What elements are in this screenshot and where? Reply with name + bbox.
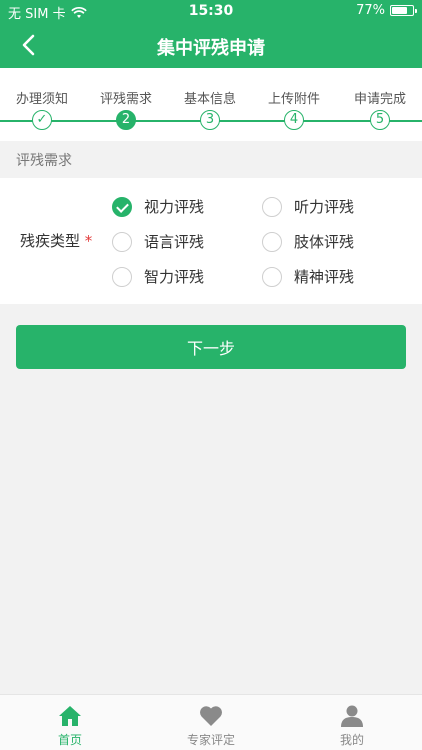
step-label: 办理须知 xyxy=(15,92,68,107)
tab-label: 我的 xyxy=(339,733,364,747)
step-marker: 3 xyxy=(200,110,220,130)
step-5: 申请完成 xyxy=(338,68,422,107)
option-label: 听力评残 xyxy=(294,198,355,216)
option-mental[interactable]: 精神评残 xyxy=(262,266,354,287)
battery-percent: 77% xyxy=(356,3,385,18)
step-1: 办理须知 xyxy=(0,68,84,107)
radio-icon xyxy=(112,231,132,252)
tab-label: 首页 xyxy=(57,733,82,747)
step-2: 评残需求 xyxy=(84,68,168,107)
heart-icon xyxy=(200,706,222,726)
section-title: 评残需求 xyxy=(16,153,72,169)
step-marker: 5 xyxy=(370,110,390,130)
nav-bar: 集中评残申请 xyxy=(0,22,422,68)
disability-type-card: 残疾类型 * 视力评残 听力评残 语言评残 肢体评残 智力评残 精神评残 xyxy=(0,178,422,304)
required-mark: * xyxy=(84,232,93,250)
field-label-text: 残疾类型 xyxy=(20,232,81,250)
tab-bar: 首页 专家评定 我的 xyxy=(0,694,422,750)
step-label: 基本信息 xyxy=(183,92,236,107)
option-label: 视力评残 xyxy=(144,198,205,216)
user-icon xyxy=(341,705,363,727)
radio-icon xyxy=(112,266,132,287)
radio-icon xyxy=(262,266,282,287)
battery-icon xyxy=(390,5,417,16)
radio-icon xyxy=(262,231,282,252)
step-label: 申请完成 xyxy=(353,92,406,107)
option-speech[interactable]: 语言评残 xyxy=(112,231,204,252)
radio-icon xyxy=(262,196,282,217)
home-icon xyxy=(59,706,81,726)
option-label: 肢体评残 xyxy=(294,233,355,251)
step-4: 上传附件 xyxy=(252,68,336,107)
option-limb[interactable]: 肢体评残 xyxy=(262,231,354,252)
step-label: 上传附件 xyxy=(267,92,320,107)
tab-home[interactable]: 首页 xyxy=(0,695,140,750)
radio-checked-icon xyxy=(112,196,132,217)
tab-mine[interactable]: 我的 xyxy=(282,695,422,750)
step-marker: 4 xyxy=(284,110,304,130)
option-label: 智力评残 xyxy=(144,268,205,286)
step-progress: 办理须知 ✓ 评残需求 2 基本信息 3 上传附件 4 申请完成 5 xyxy=(0,68,422,141)
step-marker-active: 2 xyxy=(116,110,136,130)
option-vision[interactable]: 视力评残 xyxy=(112,196,204,217)
option-hearing[interactable]: 听力评残 xyxy=(262,196,354,217)
option-intellectual[interactable]: 智力评残 xyxy=(112,266,204,287)
status-bar: 无 SIM 卡 15:30 77% xyxy=(0,0,422,22)
tab-label: 专家评定 xyxy=(186,733,235,747)
header: 无 SIM 卡 15:30 77% 集中评残申请 xyxy=(0,0,422,68)
page-title: 集中评残申请 xyxy=(157,38,265,59)
option-label: 语言评残 xyxy=(144,233,205,251)
step-done-check-icon: ✓ xyxy=(32,110,52,130)
tab-expert[interactable]: 专家评定 xyxy=(141,695,281,750)
step-label: 评残需求 xyxy=(99,92,152,107)
step-3: 基本信息 xyxy=(168,68,252,107)
next-step-button[interactable]: 下一步 xyxy=(16,325,406,369)
field-label: 残疾类型 * xyxy=(20,230,92,251)
option-label: 精神评残 xyxy=(294,268,355,286)
